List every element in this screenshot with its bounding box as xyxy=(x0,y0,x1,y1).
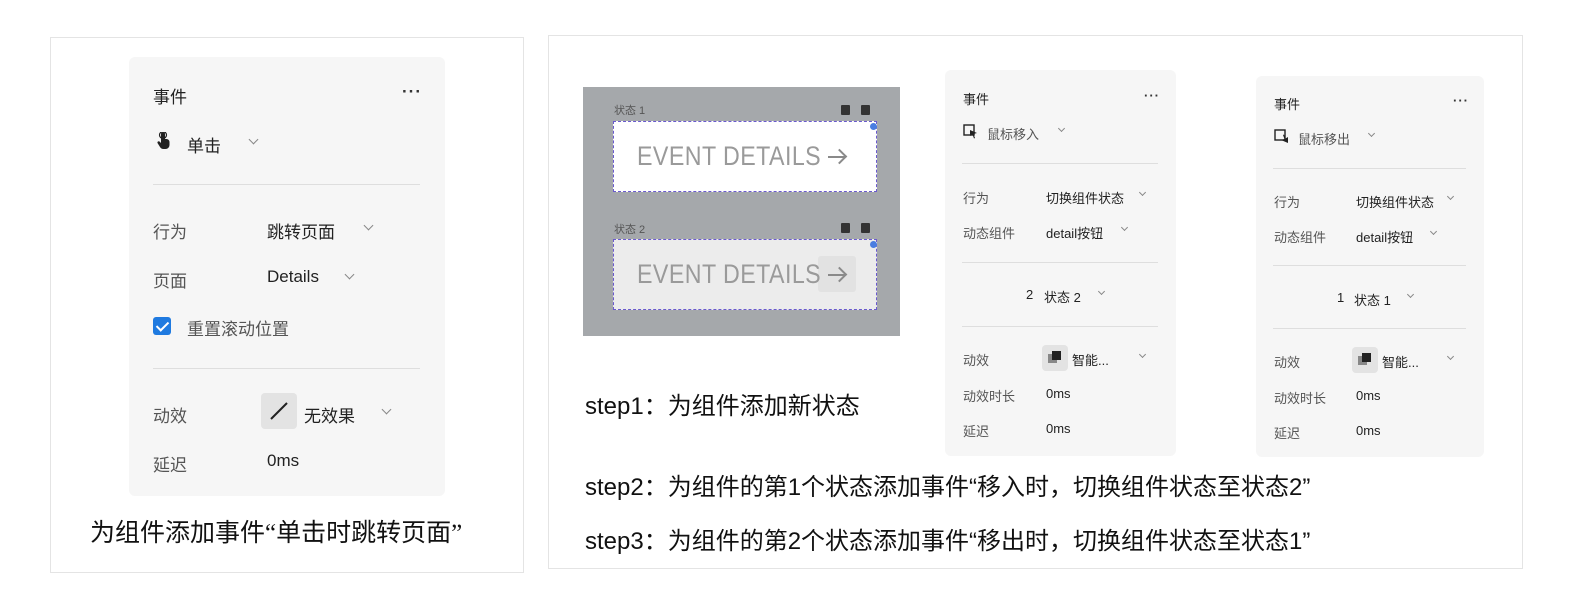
panel-title: 事件 xyxy=(1274,97,1301,112)
pointer-hand-icon xyxy=(155,130,171,155)
effect-label: 动效 xyxy=(963,353,990,368)
state-number: 1 xyxy=(1337,290,1345,305)
action-select[interactable]: 切换组件状态 xyxy=(1356,192,1434,211)
action-select[interactable]: 跳转页面 xyxy=(267,218,335,243)
trigger-select[interactable]: 单击 xyxy=(187,132,221,157)
cursor-in-icon xyxy=(963,124,978,144)
effect-select[interactable]: 无效果 xyxy=(304,402,355,427)
divider xyxy=(1273,168,1466,169)
trash-icon[interactable] xyxy=(861,105,870,115)
step-3-caption: step3：为组件的第2个状态添加事件“移出时，切换组件状态至状态1” xyxy=(585,528,1311,555)
no-effect-icon xyxy=(261,393,297,429)
duration-value[interactable]: 0ms xyxy=(1356,388,1381,403)
duration-label: 动效时长 xyxy=(963,389,1016,404)
trigger-select[interactable]: 鼠标移入 xyxy=(987,124,1039,143)
divider xyxy=(962,326,1158,327)
delay-label: 延迟 xyxy=(153,456,187,475)
step-1-caption: step1：为组件添加新状态 xyxy=(585,393,860,420)
delay-value[interactable]: 0ms xyxy=(1356,423,1381,438)
more-options-button[interactable]: ··· xyxy=(1144,88,1160,103)
caption-click-event: 为组件添加事件“单击时跳转页面” xyxy=(90,520,463,547)
state-number: 2 xyxy=(1026,287,1034,302)
component-label: 动态组件 xyxy=(1274,230,1327,245)
trash-icon[interactable] xyxy=(861,223,870,233)
smart-animate-icon xyxy=(1352,347,1378,373)
effect-select[interactable]: 智能... xyxy=(1382,352,1419,371)
cursor-out-icon xyxy=(1274,129,1289,149)
effect-label: 动效 xyxy=(1274,355,1301,370)
copy-icon[interactable] xyxy=(841,223,850,233)
action-label: 行为 xyxy=(153,223,187,242)
divider xyxy=(153,368,420,369)
step-2-caption: step2：为组件的第1个状态添加事件“移入时，切换组件状态至状态2” xyxy=(585,474,1311,501)
smart-animate-icon xyxy=(1042,345,1068,371)
divider xyxy=(962,262,1158,263)
state-1-label: 状态 1 xyxy=(614,105,646,117)
copy-icon[interactable] xyxy=(841,105,850,115)
action-select[interactable]: 切换组件状态 xyxy=(1046,188,1124,207)
state-1-button-text: EVENT DETAILS xyxy=(637,141,822,171)
more-options-button[interactable]: ··· xyxy=(1453,93,1469,108)
lightning-icon xyxy=(870,241,877,248)
delay-label: 延迟 xyxy=(1274,426,1301,441)
divider xyxy=(153,184,420,185)
effect-label: 动效 xyxy=(153,407,187,426)
reset-scroll-checkbox[interactable] xyxy=(153,317,171,335)
page-select[interactable]: Details xyxy=(267,267,319,287)
state-select[interactable]: 状态 1 xyxy=(1354,290,1391,309)
state-2-label: 状态 2 xyxy=(614,224,646,236)
delay-value[interactable]: 0ms xyxy=(267,451,299,471)
lightning-icon xyxy=(870,123,877,130)
state-select[interactable]: 状态 2 xyxy=(1044,287,1081,306)
duration-value[interactable]: 0ms xyxy=(1046,386,1071,401)
duration-label: 动效时长 xyxy=(1274,391,1327,406)
state-2-button-text: EVENT DETAILS xyxy=(637,259,822,289)
delay-value[interactable]: 0ms xyxy=(1046,421,1071,436)
trigger-select[interactable]: 鼠标移出 xyxy=(1298,129,1350,148)
action-label: 行为 xyxy=(1274,195,1301,210)
more-options-button[interactable]: ··· xyxy=(402,82,422,102)
component-select[interactable]: detail按钮 xyxy=(1356,227,1413,246)
action-label: 行为 xyxy=(963,191,990,206)
effect-select[interactable]: 智能... xyxy=(1072,350,1109,369)
panel-title: 事件 xyxy=(153,88,187,107)
page-label: 页面 xyxy=(153,272,187,291)
component-label: 动态组件 xyxy=(963,226,1016,241)
component-select[interactable]: detail按钮 xyxy=(1046,223,1103,242)
reset-scroll-label: 重置滚动位置 xyxy=(187,320,289,339)
delay-label: 延迟 xyxy=(963,424,990,439)
divider xyxy=(1273,265,1466,266)
panel-title: 事件 xyxy=(963,92,990,107)
divider xyxy=(1273,328,1466,329)
divider xyxy=(962,163,1158,164)
